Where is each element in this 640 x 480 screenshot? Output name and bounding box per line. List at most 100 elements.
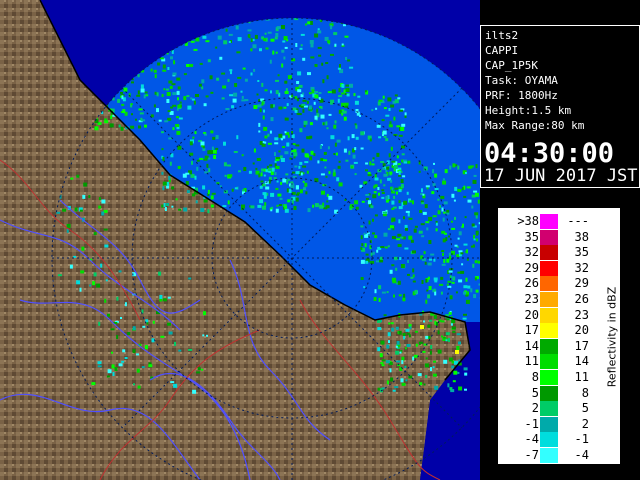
echo-pixel (381, 189, 385, 192)
echo-pixel (330, 25, 333, 30)
echo-pixel (334, 120, 337, 124)
echo-pixel (235, 25, 239, 30)
echo-pixel (166, 203, 169, 206)
echo-pixel (429, 350, 432, 355)
echo-pixel (372, 218, 374, 222)
echo-pixel (162, 181, 167, 186)
echo-pixel (447, 280, 452, 283)
echo-pixel (368, 200, 371, 205)
echo-pixel (396, 238, 401, 241)
echo-pixel (275, 208, 279, 213)
echo-pixel (233, 92, 238, 97)
echo-pixel (477, 260, 480, 264)
echo-pixel (131, 113, 133, 116)
echo-pixel (465, 250, 468, 253)
echo-pixel (475, 164, 478, 169)
echo-pixel (475, 289, 479, 293)
echo-pixel (451, 227, 456, 230)
echo-pixel (221, 97, 225, 100)
echo-pixel (375, 107, 378, 110)
echo-pixel (97, 365, 102, 368)
echo-pixel (76, 174, 80, 178)
echo-pixel (338, 95, 343, 98)
echo-pixel (241, 95, 244, 99)
echo-pixel (185, 172, 190, 175)
echo-pixel (451, 193, 455, 198)
echo-pixel (171, 186, 175, 190)
echo-pixel (317, 30, 322, 34)
echo-pixel-strong (455, 350, 459, 354)
echo-pixel (241, 204, 245, 209)
echo-pixel (202, 35, 207, 39)
echo-pixel (200, 141, 205, 146)
echo-pixel (192, 136, 195, 139)
echo-pixel (314, 64, 318, 67)
echo-pixel (208, 168, 211, 173)
echo-pixel (275, 166, 280, 169)
echo-pixel (176, 77, 181, 81)
echo-pixel (330, 53, 334, 56)
height-value: Height:1.5 km (485, 104, 572, 117)
echo-pixel (270, 104, 274, 109)
echo-pixel (397, 163, 401, 166)
echo-pixel (136, 353, 139, 356)
echo-pixel (397, 233, 402, 237)
echo-pixel (408, 217, 413, 220)
echo-pixel (302, 165, 307, 168)
echo-pixel (260, 172, 263, 177)
echo-pixel (305, 191, 308, 195)
echo-pixel (187, 105, 192, 110)
echo-pixel (341, 112, 344, 116)
echo-pixel (213, 150, 217, 153)
echo-pixel (168, 80, 173, 84)
echo-pixel (320, 114, 325, 119)
legend-lower-bound: 26 (524, 276, 539, 291)
echo-pixel (296, 81, 300, 84)
echo-pixel (386, 291, 389, 294)
echo-pixel (323, 152, 327, 155)
echo-pixel (472, 244, 475, 248)
echo-pixel (408, 375, 413, 379)
echo-pixel (223, 141, 226, 146)
echo-pixel (285, 173, 289, 176)
max-range-value: Max Range:80 km (485, 119, 585, 132)
echo-pixel (272, 50, 275, 55)
echo-pixel (422, 211, 427, 215)
echo-pixel (361, 243, 364, 247)
echo-pixel (202, 148, 206, 151)
echo-pixel (231, 105, 235, 109)
echo-pixel (408, 235, 413, 240)
echo-pixel (382, 130, 387, 135)
echo-pixel (257, 104, 262, 108)
echo-pixel (103, 228, 108, 231)
echo-pixel (325, 175, 328, 178)
echo-pixel (345, 57, 348, 60)
echo-pixel (398, 206, 403, 210)
echo-pixel (196, 159, 200, 162)
legend-row: -1 2 (499, 416, 619, 432)
echo-pixel (367, 172, 371, 174)
echo-pixel (237, 76, 242, 79)
echo-pixel (212, 136, 216, 140)
echo-pixel (270, 38, 275, 42)
echo-pixel (172, 127, 175, 131)
echo-pixel (121, 360, 125, 363)
echo-pixel (401, 360, 404, 365)
echo-pixel (252, 162, 255, 165)
echo-pixel (250, 72, 253, 76)
echo-pixel (456, 333, 461, 336)
echo-pixel (377, 187, 380, 190)
echo-pixel (233, 151, 238, 153)
echo-pixel (360, 246, 363, 250)
echo-pixel (377, 101, 381, 106)
echo-pixel (391, 277, 396, 282)
echo-pixel (270, 90, 272, 94)
echo-pixel (319, 145, 322, 149)
echo-pixel (259, 141, 263, 145)
echo-pixel (228, 174, 233, 178)
echo-pixel (408, 334, 411, 338)
echo-pixel (395, 345, 398, 348)
echo-pixel (107, 369, 112, 374)
echo-pixel (101, 211, 105, 216)
echo-pixel (328, 195, 333, 200)
